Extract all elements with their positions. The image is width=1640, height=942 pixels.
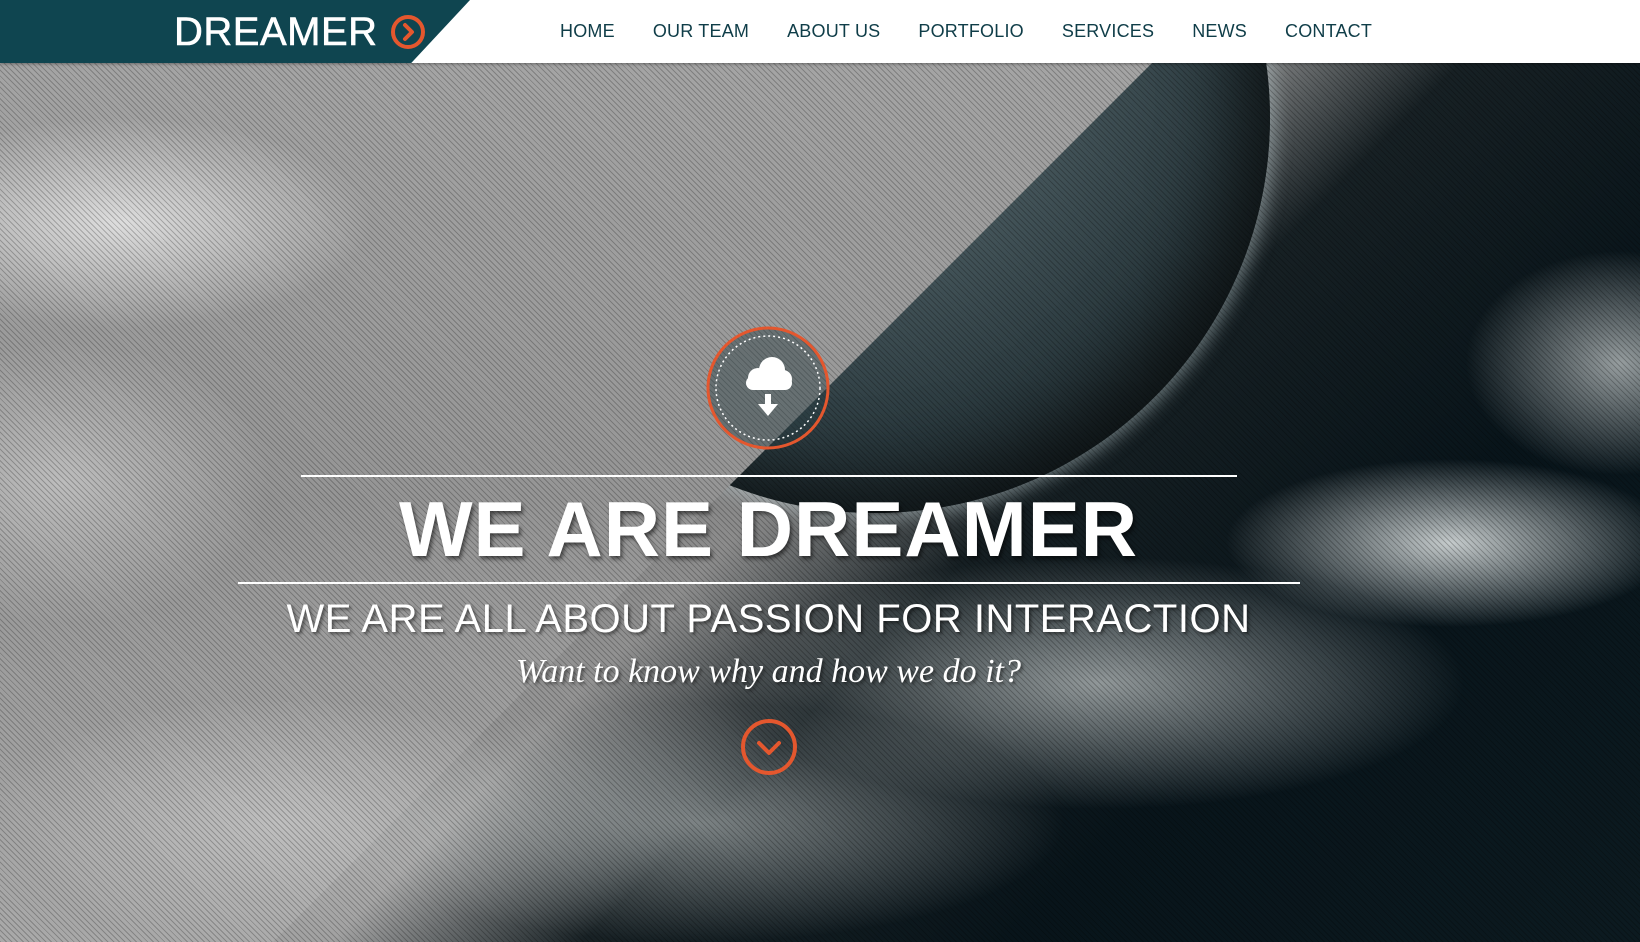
hero-tagline: Want to know why and how we do it? xyxy=(516,653,1021,690)
logo[interactable]: DREAMER xyxy=(174,10,426,54)
nav-item-about-us[interactable]: ABOUT US xyxy=(787,21,880,42)
hero-headline: WE ARE DREAMER xyxy=(398,485,1139,573)
logo-text: DREAMER xyxy=(174,10,378,55)
site-header: DREAMER HOME OUR TEAM ABOUT US PORTFOLIO… xyxy=(0,0,1640,63)
nav-item-news[interactable]: NEWS xyxy=(1192,21,1247,42)
headline-divider-bottom xyxy=(238,582,1300,584)
headline-divider-top xyxy=(301,475,1237,477)
nav-item-contact[interactable]: CONTACT xyxy=(1285,21,1372,42)
nav-item-portfolio[interactable]: PORTFOLIO xyxy=(918,21,1024,42)
nav-item-our-team[interactable]: OUR TEAM xyxy=(653,21,749,42)
nav-item-services[interactable]: SERVICES xyxy=(1062,21,1154,42)
hero-subheadline: WE ARE ALL ABOUT PASSION FOR INTERACTION xyxy=(286,597,1251,641)
nav-item-home[interactable]: HOME xyxy=(560,21,615,42)
cloud-download-icon xyxy=(706,326,830,450)
page: DREAMER HOME OUR TEAM ABOUT US PORTFOLIO… xyxy=(0,0,1640,942)
hero-section: WE ARE DREAMER WE ARE ALL ABOUT PASSION … xyxy=(0,63,1640,942)
main-nav: HOME OUR TEAM ABOUT US PORTFOLIO SERVICE… xyxy=(560,0,1410,63)
hero-content: WE ARE DREAMER WE ARE ALL ABOUT PASSION … xyxy=(0,63,1640,942)
chevron-right-circle-icon xyxy=(390,15,425,49)
chevron-down-circle-icon[interactable] xyxy=(739,717,799,777)
